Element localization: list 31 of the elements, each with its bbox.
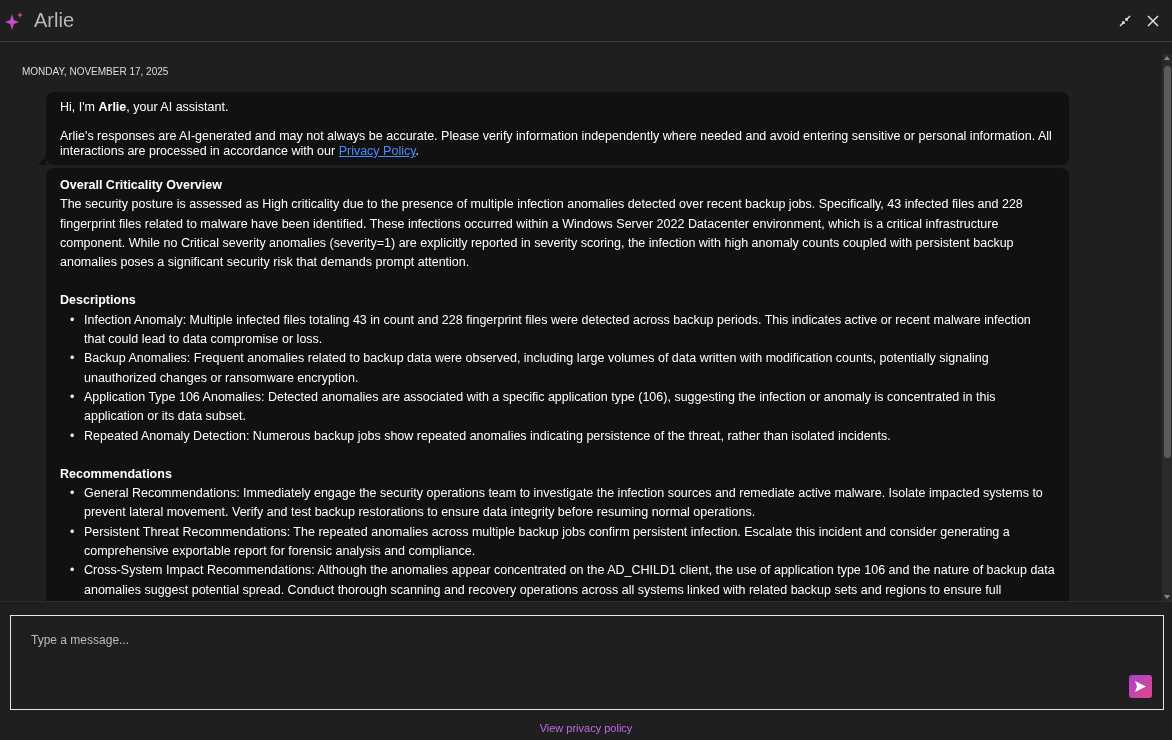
sparkle-icon <box>4 10 24 31</box>
bullet-marker: • <box>70 311 76 329</box>
privacy-policy-link[interactable]: Privacy Policy <box>338 144 416 158</box>
window-title: Arlie <box>34 9 75 32</box>
bullet-marker: • <box>70 388 76 406</box>
scrollbar[interactable] <box>1162 54 1172 601</box>
bullet-item: Persistent Threat Recommendations: The repeated anomalies across multiple backup jobs confirm persistent infection. Escalate this incident and consider generating a comprehensive exportable report for forensic analysis and compliance. <box>84 523 1011 561</box>
message-field[interactable]: Type a message... <box>10 615 1164 710</box>
section-heading: Recommendations <box>60 465 173 483</box>
date-label: MONDAY, NOVEMBER 17, 2025 <box>22 66 170 77</box>
section-paragraph: The security posture is assessed as High criticality due to the presence of multiple infection anomalies detected over recent backup jobs. Specifically, 43 infected files and 228 fingerprint files related to malware have been identified. These infections occurred within a Windows Server 2022 Datacenter environment, which is a critical infrastructure component. While no Critical severity anomalies (severity=1) are explicitly reported in severity scoring, the infection with high anomaly counts coupled with persistent backup anomalies poses a significant security risk that demands prompt attention. <box>60 196 1024 272</box>
bullet-marker: • <box>70 562 76 580</box>
greeting-text: Hi, I'm Arlie, your AI assistant. <box>60 100 230 115</box>
bullet-item: Application Type 106 Anomalies: Detected anomalies are associated with a specific application type (106), suggesting the infection or anomaly is concentrated in this application or its data subset. <box>84 388 997 426</box>
bullet-item: Cross-System Impact Recommendations: Although the anomalies appear concentrated on the AD_CHILD1 client, the use of application type 106 and the nature of backup data anomalies suggest potential spread. Conduct thorough scanning and recovery operations across all systems linked with related backup sets and regions to ensure full <box>84 562 1055 599</box>
send-button[interactable] <box>1129 675 1152 698</box>
send-icon <box>1134 680 1147 693</box>
disclaimer-text: Arlie's responses are AI-generated and may not always be accurate. Please verify information independently where needed and avoid entering sensitive or personal information. All interactions are processed in accordance with our Privacy Policy. <box>60 129 1053 159</box>
section-heading: Descriptions <box>60 292 137 310</box>
bullet-item: Infection Anomaly: Multiple infected files totaling 43 in count and 228 fingerprint files were detected across backup periods. This indicates active or recent malware infection that could lead to data compromise or loss. <box>84 311 1032 349</box>
section-heading: Overall Criticality Overview <box>60 177 223 194</box>
bullet-marker: • <box>70 485 76 503</box>
bullet-item: Backup Anomalies: Frequent anomalies related to backup data were observed, including large volumes of data written with modification counts, potentially signaling unauthorized changes or ransomware encryption. <box>84 350 990 387</box>
bullet-marker: • <box>70 523 76 541</box>
bullet-item: General Recommendations: Immediately engage the security operations team to investigate the infection sources and remediate active malware. Isolate impacted systems to prevent lateral movement. Verify and test backup restorations to ensure data integrity before resuming normal operations. <box>84 485 1044 522</box>
bullet-marker: • <box>70 427 76 445</box>
bullet-item: Repeated Anomaly Detection: Numerous backup jobs show repeated anomalies indicating persistence of the threat, rather than isolated incidents. <box>84 427 892 445</box>
privacy-policy-link[interactable]: View privacy policy <box>539 722 633 734</box>
scroll-down-icon[interactable] <box>1163 593 1171 601</box>
bullet-marker: • <box>70 350 76 368</box>
scroll-up-icon[interactable] <box>1163 54 1171 62</box>
